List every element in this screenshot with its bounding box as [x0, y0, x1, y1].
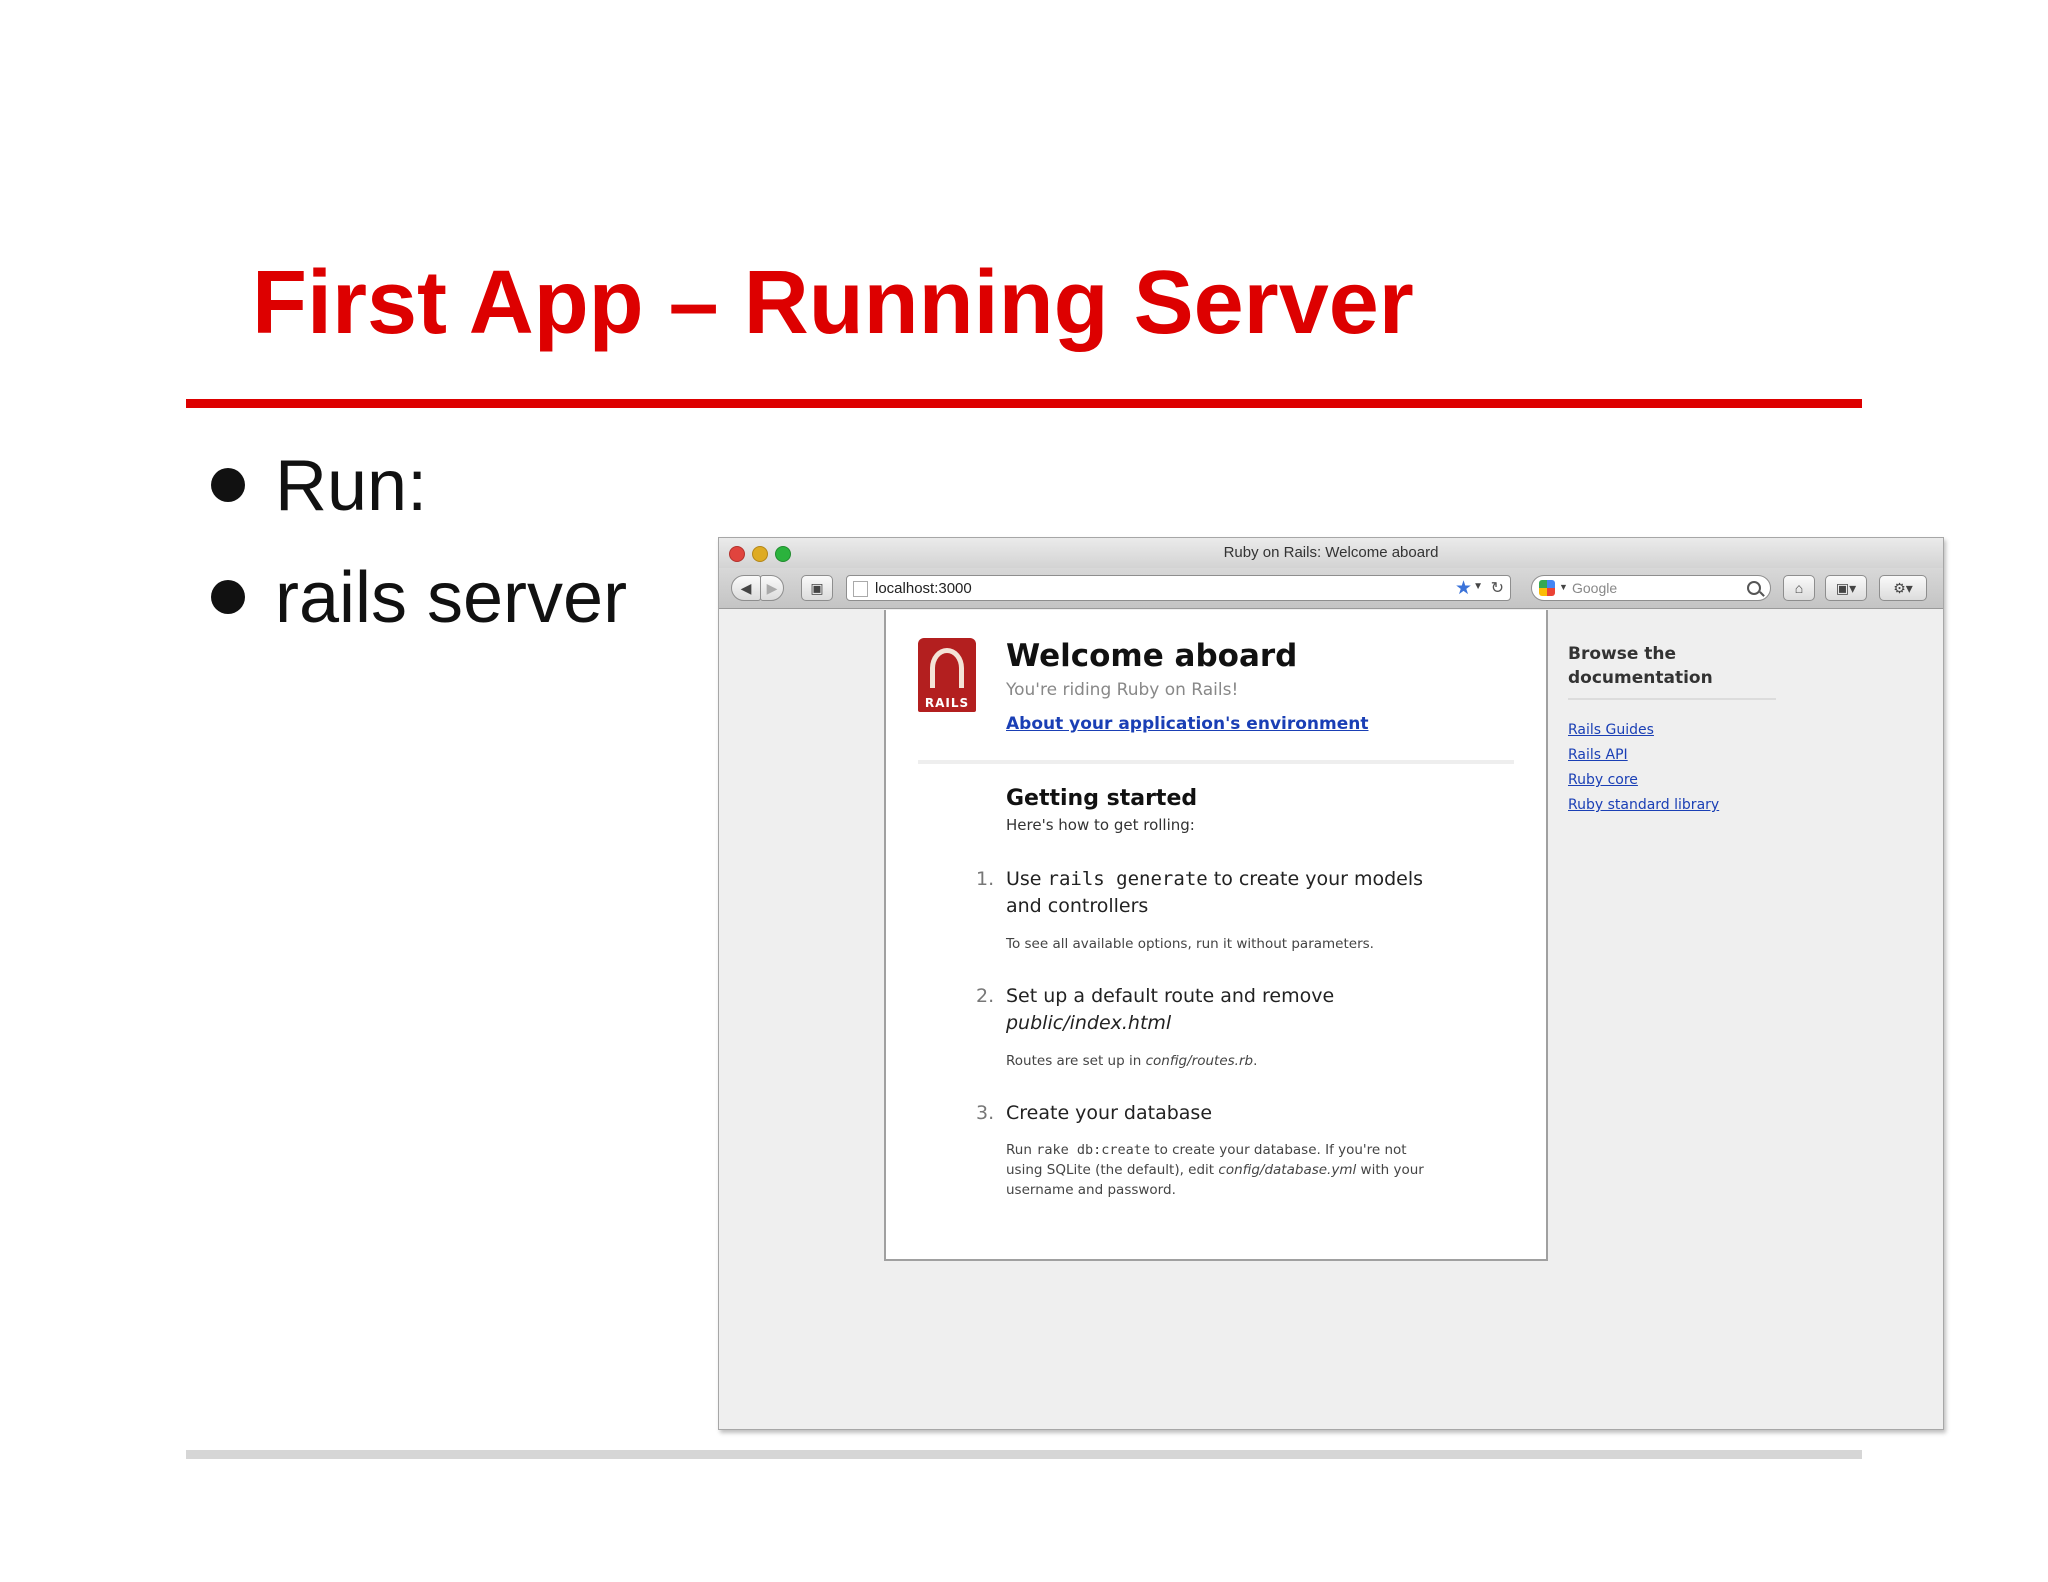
chevron-down-icon[interactable]: ▼: [1473, 581, 1483, 592]
sidebar-link-rails-guides[interactable]: Rails Guides: [1568, 718, 1778, 743]
step-note: Routes are set up in config/routes.rb.: [1006, 1051, 1257, 1071]
step-number: 2.: [976, 985, 995, 1007]
home-icon: ⌂: [1794, 580, 1804, 596]
sidebar-heading-line: Browse the: [1568, 644, 1677, 664]
code-snippet: rails generate: [1047, 868, 1208, 890]
getting-started-heading: Getting started: [1006, 786, 1198, 811]
file-path: config/database.yml: [1218, 1162, 1357, 1178]
search-input[interactable]: ▼ Google: [1531, 575, 1771, 601]
sidebar-link-rails-api[interactable]: Rails API: [1568, 743, 1778, 768]
bookmarks-button[interactable]: ▣▾: [1825, 575, 1867, 601]
bullet-dot-icon: [211, 468, 245, 502]
sidebar-link-ruby-stdlib[interactable]: Ruby standard library: [1568, 793, 1778, 818]
sidebar-link-ruby-core[interactable]: Ruby core: [1568, 768, 1778, 793]
note-part: using SQLite (the default), edit: [1006, 1162, 1219, 1178]
step-text: Use rails generate to create your models…: [1006, 866, 1423, 920]
bullet-text: Run:: [275, 446, 428, 526]
step-text-part: Use: [1006, 868, 1048, 890]
step-number: 1.: [976, 868, 995, 890]
step-text-part: and controllers: [1006, 895, 1149, 917]
google-icon[interactable]: [1539, 580, 1555, 596]
bullet-list: Run: rails server: [205, 440, 627, 664]
welcome-heading: Welcome aboard: [1006, 638, 1298, 674]
url-text: localhost:3000: [875, 580, 972, 597]
search-icon[interactable]: [1747, 581, 1761, 595]
welcome-panel: RAILS Welcome aboard You're riding Ruby …: [884, 610, 1548, 1261]
step-note: To see all available options, run it wit…: [1006, 936, 1374, 952]
rails-logo-text: RAILS: [924, 696, 970, 710]
window-title: Ruby on Rails: Welcome aboard: [1223, 544, 1439, 561]
page-favicon-icon: [853, 581, 868, 597]
divider: [918, 760, 1514, 764]
note-part: Routes are set up in: [1006, 1053, 1146, 1069]
bullet-text: rails server: [275, 558, 628, 638]
forward-arrow-icon: ▶: [766, 580, 778, 596]
step-number: 3.: [976, 1102, 995, 1124]
step-text: Set up a default route and remove public…: [1006, 983, 1334, 1037]
environment-link[interactable]: About your application's environment: [1006, 714, 1369, 734]
sidebar-heading-line: documentation: [1568, 668, 1713, 688]
step-text-part: Set up a default route and remove: [1006, 985, 1335, 1007]
reload-icon[interactable]: ↻: [1491, 578, 1504, 598]
code-snippet: rake db:create: [1036, 1142, 1150, 1158]
footer-divider: [186, 1450, 1862, 1459]
browser-toolbar: ◀ ▶ ▣ localhost:3000 ★ ▼ ↻ ▼ Google ⌂ ▣▾…: [719, 568, 1943, 609]
note-part: username and password.: [1006, 1182, 1176, 1198]
address-bar[interactable]: localhost:3000 ★ ▼ ↻: [846, 575, 1511, 601]
step-text-part: to create your models: [1207, 868, 1424, 890]
home-button[interactable]: ⌂: [1783, 575, 1815, 601]
title-divider: [186, 399, 1862, 408]
note-part: to create your database. If you're not: [1149, 1142, 1407, 1158]
slide-title: First App – Running Server: [252, 253, 1414, 353]
rails-logo-curve: [930, 648, 964, 688]
window-titlebar: Ruby on Rails: Welcome aboard: [719, 538, 1943, 568]
browser-window: Ruby on Rails: Welcome aboard ◀ ▶ ▣ loca…: [718, 537, 1944, 1430]
tools-button[interactable]: ⚙▾: [1879, 575, 1927, 601]
note-part: .: [1253, 1053, 1258, 1069]
extension-button[interactable]: ▣: [801, 575, 833, 601]
bookmark-star-icon[interactable]: ★: [1455, 577, 1472, 600]
bullet-item: Run:: [205, 440, 627, 552]
note-part: Run: [1006, 1142, 1037, 1158]
sidebar-divider: [1568, 698, 1776, 700]
chevron-down-icon[interactable]: ▼: [1559, 582, 1568, 592]
bookmarks-icon: ▣▾: [1835, 580, 1857, 596]
forward-button[interactable]: ▶: [760, 575, 784, 601]
tools-icon: ⚙▾: [1893, 580, 1913, 596]
file-path: public/index.html: [1006, 1012, 1172, 1034]
file-path: config/routes.rb: [1145, 1053, 1254, 1069]
note-part: with your: [1356, 1162, 1424, 1178]
rails-logo-icon: RAILS: [918, 638, 976, 712]
bullet-item: rails server: [205, 552, 627, 664]
docs-sidebar: Browse the documentation Rails Guides Ra…: [1568, 642, 1778, 818]
back-arrow-icon: ◀: [740, 580, 752, 596]
welcome-subheading: You're riding Ruby on Rails!: [1006, 680, 1239, 700]
bullet-dot-icon: [211, 580, 245, 614]
search-placeholder: Google: [1572, 580, 1618, 596]
step-text: Create your database: [1006, 1102, 1213, 1124]
sidebar-heading: Browse the documentation: [1568, 642, 1778, 690]
step-note: Run rake db:create to create your databa…: [1006, 1140, 1424, 1200]
puzzle-icon: ▣: [810, 580, 824, 596]
getting-started-subtitle: Here's how to get rolling:: [1006, 816, 1195, 834]
back-button[interactable]: ◀: [731, 575, 761, 601]
